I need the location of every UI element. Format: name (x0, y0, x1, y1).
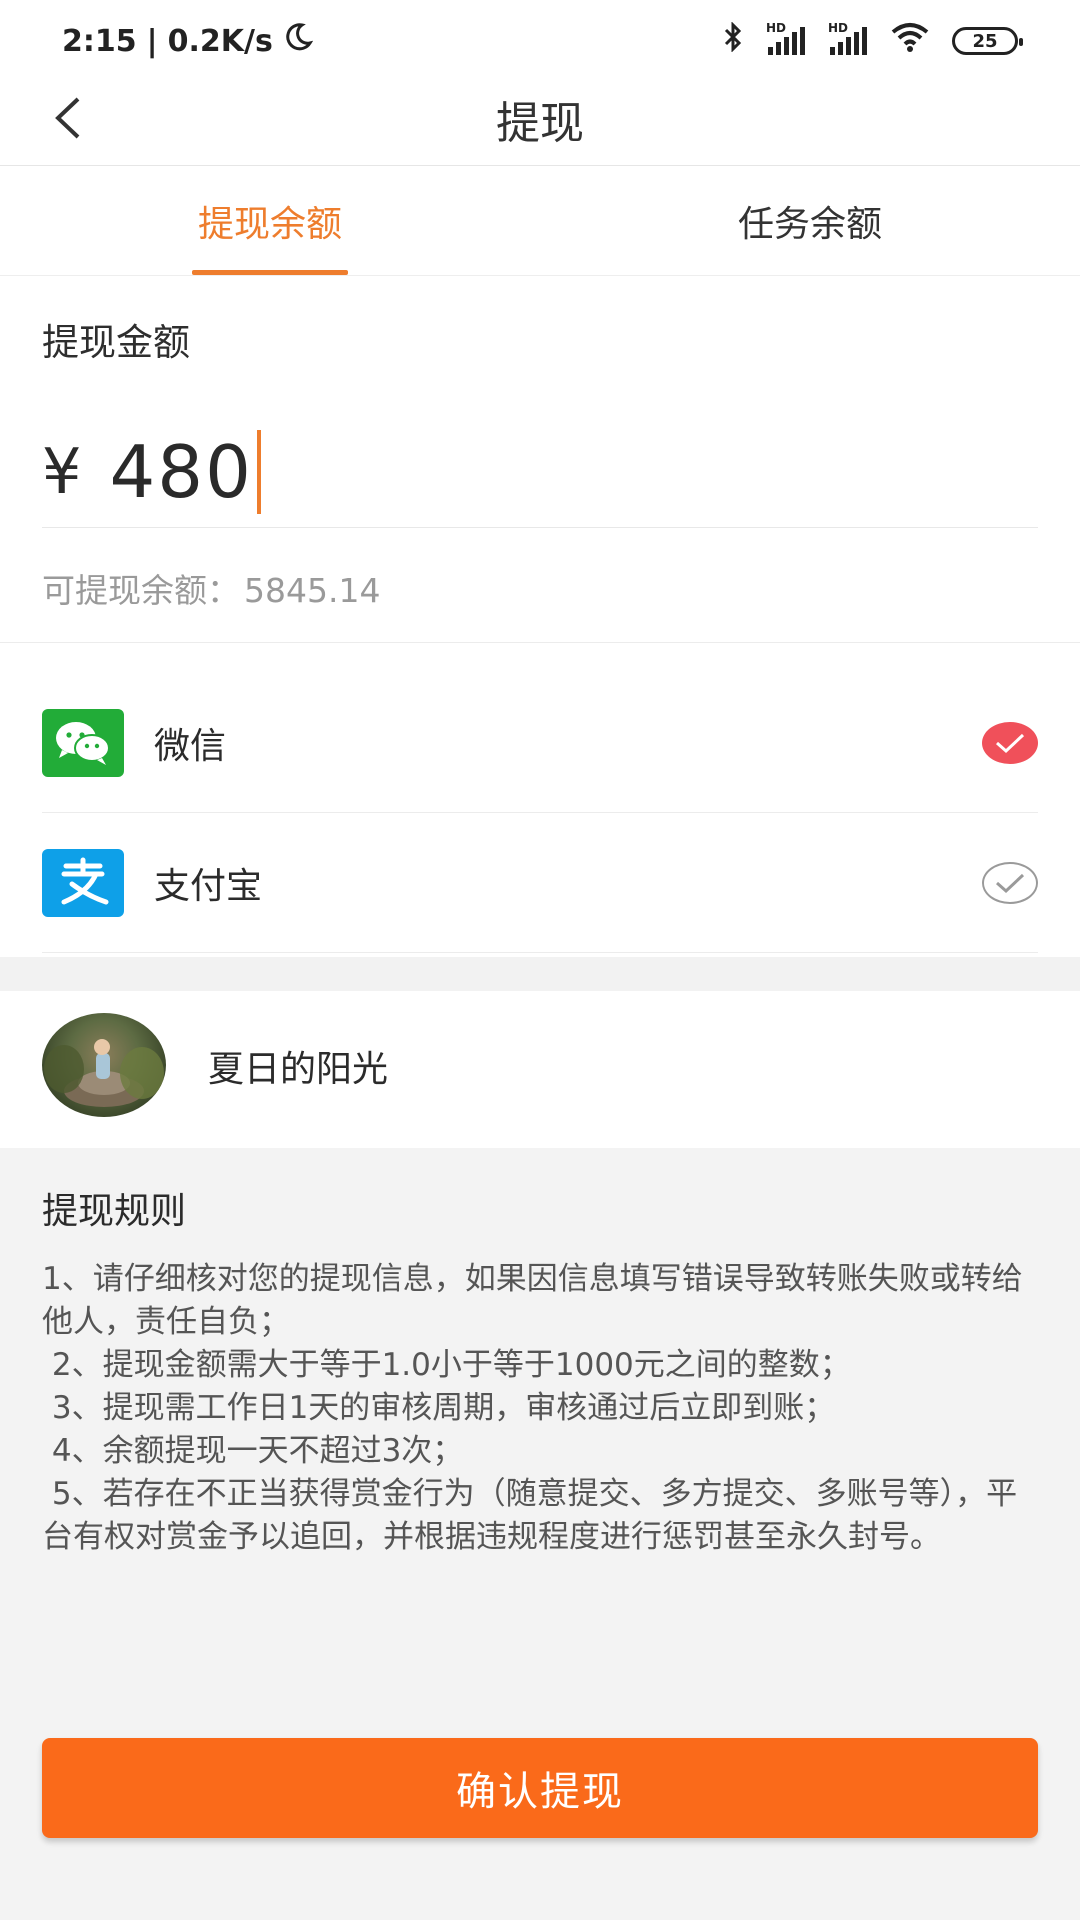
status-right: HD HD 25 (722, 21, 1023, 60)
payment-option-alipay[interactable]: 支付宝 (42, 813, 1038, 953)
rules-section: 提现规则 1、请仔细核对您的提现信息，如果因信息填写错误导致转账失败或转给他人，… (0, 1148, 1080, 1920)
balance-label: 可提现余额： (42, 571, 240, 610)
payment-name-alipay: 支付宝 (154, 865, 263, 907)
text-caret (256, 429, 261, 514)
bluetooth-icon (722, 21, 744, 60)
rule-line: 2、提现金额需大于等于1.0小于等于1000元之间的整数； (42, 1347, 851, 1383)
wifi-icon (890, 22, 930, 60)
status-time: 2:15 (62, 23, 137, 59)
available-balance: 可提现余额： 5845.14 (42, 564, 380, 612)
hd-label-1: HD (766, 21, 787, 35)
check-selected-icon[interactable] (982, 721, 1038, 764)
payment-option-wechat[interactable]: 微信 (42, 673, 1038, 813)
rules-title: 提现规则 (42, 1191, 187, 1232)
moon-icon (283, 22, 313, 60)
currency-symbol: ¥ (42, 435, 82, 508)
section-gap (0, 957, 1080, 991)
rule-line: 4、余额提现一天不超过3次； (42, 1433, 464, 1469)
battery-indicator: 25 (952, 27, 1023, 55)
payment-name-wechat: 微信 (154, 725, 227, 767)
wechat-icon (42, 708, 124, 777)
payment-method-list: 微信 支付宝 (0, 643, 1080, 957)
amount-section: 提现金额 ¥ 480 可提现余额： 5845.14 (0, 276, 1080, 642)
check-unselected-icon[interactable] (982, 861, 1038, 904)
balance-value: 5845.14 (244, 571, 381, 610)
rules-body: 1、请仔细核对您的提现信息，如果因信息填写错误导致转账失败或转给他人，责任自负；… (42, 1258, 1042, 1559)
amount-input[interactable]: ¥ 480 (42, 416, 1038, 528)
tab-bar: 提现余额 任务余额 (0, 166, 1080, 276)
rule-line: 1、请仔细核对您的提现信息，如果因信息填写错误导致转账失败或转给他人，责任自负； (42, 1261, 1023, 1340)
account-name: 夏日的阳光 (208, 1049, 389, 1090)
confirm-withdraw-button[interactable]: 确认提现 (42, 1738, 1038, 1838)
account-row[interactable]: 夏日的阳光 (0, 991, 1080, 1148)
rule-line: 5、若存在不正当获得赏金行为（随意提交、多方提交、多账号等），平台有权对赏金予以… (42, 1476, 1018, 1555)
tab-withdraw-balance[interactable]: 提现余额 (0, 166, 540, 275)
status-network-speed: 0.2K/s (167, 23, 273, 59)
tab-task-balance[interactable]: 任务余额 (540, 166, 1080, 275)
signal-icon-2: HD (828, 21, 868, 55)
status-bar: 2:15 | 0.2K/s HD HD 25 (0, 0, 1080, 82)
rule-line: 3、提现需工作日1天的审核周期，审核通过后立即到账； (42, 1390, 836, 1426)
status-left: 2:15 | 0.2K/s (62, 22, 313, 60)
page-title: 提现 (496, 98, 584, 149)
amount-label: 提现金额 (42, 321, 190, 364)
avatar (42, 1013, 166, 1117)
signal-icon-1: HD (766, 21, 806, 55)
amount-value[interactable]: 480 (109, 430, 252, 514)
alipay-icon (42, 848, 124, 917)
hd-label-2: HD (828, 21, 849, 35)
nav-bar: 提现 (0, 82, 1080, 166)
status-separator: | (146, 23, 158, 59)
